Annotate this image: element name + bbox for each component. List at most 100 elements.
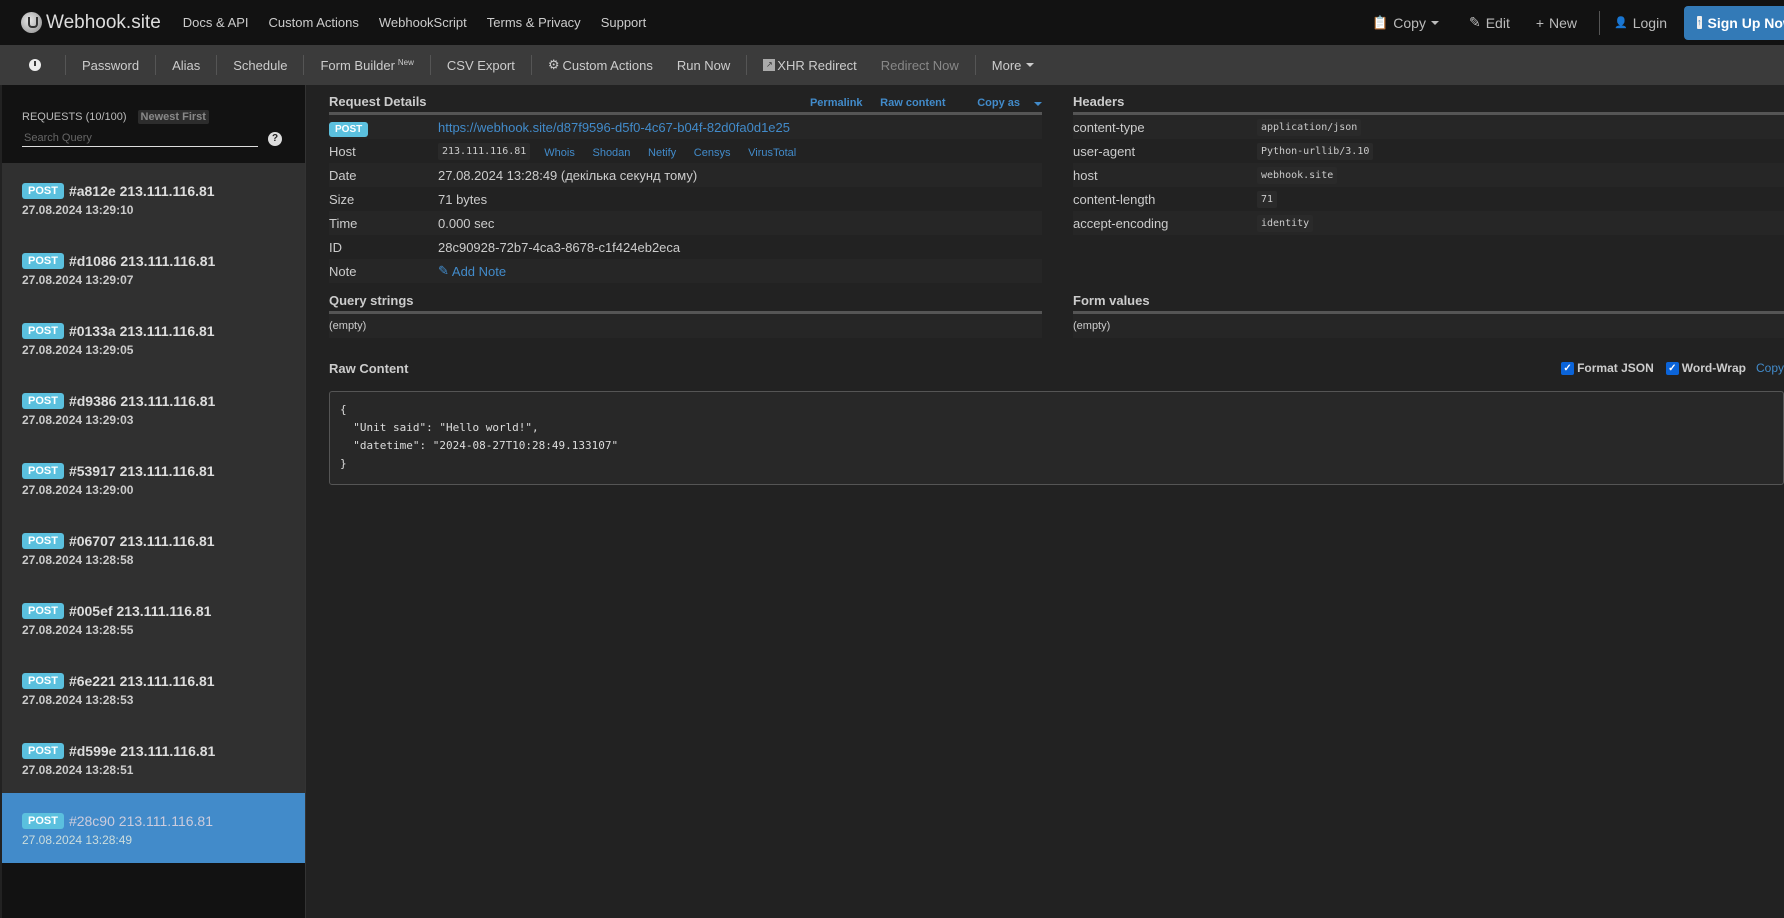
request-ip: 213.111.116.81: [119, 183, 215, 199]
netify-link[interactable]: Netify: [648, 147, 676, 159]
note-label: Note: [329, 263, 357, 279]
new-button[interactable]: + New: [1536, 15, 1577, 31]
word-wrap-checkbox[interactable]: ✓: [1665, 361, 1679, 375]
whois-link[interactable]: Whois: [544, 147, 575, 159]
request-ip: 213.111.116.81: [120, 393, 216, 409]
request-time: 27.08.2024 13:28:58: [22, 553, 134, 567]
more-dropdown[interactable]: More: [976, 58, 1051, 73]
request-summary: POST #d599e 213.111.116.81: [22, 743, 305, 759]
copy-as-dropdown[interactable]: Copy as: [963, 97, 1042, 109]
brand-link[interactable]: Webhook.site: [21, 12, 161, 34]
nav-terms-privacy[interactable]: Terms & Privacy: [487, 15, 581, 30]
requests-count-row: REQUESTS (10/100) Newest First: [22, 110, 305, 124]
nav-webhookscript[interactable]: WebhookScript: [379, 15, 467, 30]
sort-order-toggle[interactable]: Newest First: [137, 110, 209, 124]
schedule-button[interactable]: Schedule: [217, 58, 303, 73]
host-lookup-links: Whois Shodan Netify Censys VirusTotal: [530, 144, 796, 159]
header-key: content-length: [1073, 191, 1156, 207]
request-list-item[interactable]: POST #6e221 213.111.116.81 27.08.2024 13:2…: [2, 653, 305, 723]
request-ip: 213.111.116.81: [119, 323, 215, 339]
request-url-link[interactable]: https://webhook.site/d87f9596-d5f0-4c67-…: [438, 120, 790, 135]
alias-button[interactable]: Alias: [156, 58, 216, 73]
request-list-item[interactable]: POST #005ef 213.111.116.81 27.08.2024 13:2…: [2, 583, 305, 653]
virustotal-link[interactable]: VirusTotal: [748, 147, 796, 159]
request-summary: POST #a812e 213.111.116.81: [22, 183, 305, 199]
edit-button[interactable]: ✎ Edit: [1469, 14, 1510, 31]
form-builder-button[interactable]: Form Builder New: [304, 58, 429, 73]
raw-content-header: Raw Content ✓ Format JSON ✓ Word-Wrap Co…: [329, 357, 1784, 379]
header-value: Python-urllib/3.10: [1257, 142, 1374, 160]
request-list-item[interactable]: POST #53917 213.111.116.81 27.08.2024 13:2…: [2, 443, 305, 513]
xhr-redirect-button[interactable]: ↗ XHR Redirect: [747, 58, 864, 73]
request-summary: POST #0133a 213.111.116.81: [22, 323, 305, 339]
header-key: host: [1073, 167, 1098, 183]
help-icon[interactable]: ?: [268, 131, 282, 146]
method-badge: POST: [22, 183, 64, 199]
request-list-item[interactable]: POST #d1086 213.111.116.81 27.08.2024 13:2…: [2, 233, 305, 303]
request-list-item[interactable]: POST #0133a 213.111.116.81 27.08.2024 13:2…: [2, 303, 305, 373]
size-label: Size: [329, 191, 355, 207]
copy-raw-link[interactable]: Copy: [1756, 361, 1784, 375]
url-toolbar: Password Alias Schedule Form Builder New…: [0, 45, 1784, 85]
shodan-link[interactable]: Shodan: [592, 147, 630, 159]
raw-content-title: Raw Content: [329, 360, 409, 376]
copy-as-label: Copy as: [977, 97, 1020, 109]
nav-docs-api[interactable]: Docs & API: [183, 15, 249, 30]
header-row: accept-encoding identity: [1073, 211, 1784, 235]
method-badge: POST: [22, 393, 64, 409]
password-button[interactable]: Password: [66, 58, 155, 73]
copy-dropdown[interactable]: 📋 Copy: [1372, 15, 1439, 31]
request-id: #53917: [68, 463, 116, 479]
header-value: webhook.site: [1257, 166, 1338, 184]
add-note-label: Add Note: [451, 263, 507, 279]
request-details-title: Request Details: [329, 94, 427, 109]
raw-content-link[interactable]: Raw content: [880, 97, 945, 109]
request-time: 27.08.2024 13:29:00: [22, 483, 134, 497]
custom-actions-button[interactable]: ⚙ Custom Actions: [532, 57, 661, 73]
censys-link[interactable]: Censys: [694, 147, 731, 159]
request-list-item[interactable]: POST #d9386 213.111.116.81 27.08.2024 13:2…: [2, 373, 305, 443]
header-value: application/json: [1257, 118, 1362, 136]
custom-actions-label: Custom Actions: [562, 57, 653, 73]
header-row: content-length 71: [1073, 187, 1784, 211]
request-time: 27.08.2024 13:28:49: [22, 833, 133, 847]
id-label: ID: [329, 239, 342, 255]
form-values-title: Form values: [1073, 293, 1150, 308]
redirect-now-button[interactable]: Redirect Now: [865, 58, 975, 73]
user-icon: 👤: [1614, 17, 1628, 29]
login-button[interactable]: 👤 Login: [1614, 15, 1667, 31]
gear-icon: ⚙: [547, 57, 560, 72]
upload-icon: ↑: [1697, 16, 1702, 29]
request-time: 27.08.2024 13:29:07: [22, 273, 134, 287]
request-id: #6e221: [68, 673, 116, 689]
top-navbar: Webhook.site Docs & API Custom Actions W…: [0, 0, 1784, 45]
request-list-item[interactable]: POST #a812e 213.111.116.81 27.08.2024 13:2…: [2, 163, 305, 233]
caret-down-icon: [1430, 20, 1439, 25]
header-row: host webhook.site: [1073, 163, 1784, 187]
nav-custom-actions[interactable]: Custom Actions: [269, 15, 359, 30]
query-strings-title: Query strings: [329, 293, 414, 308]
request-ip: 213.111.116.81: [120, 253, 216, 269]
request-id: #28c90: [68, 813, 115, 829]
format-json-checkbox[interactable]: ✓: [1561, 361, 1575, 375]
permalink-link[interactable]: Permalink: [810, 97, 863, 109]
host-ip: 213.111.116.81: [438, 142, 531, 160]
header-value: identity: [1257, 214, 1314, 232]
clipboard-icon: 📋: [1372, 14, 1389, 30]
add-note-button[interactable]: ✎ Add Note: [438, 263, 506, 279]
request-summary: POST #005ef 213.111.116.81: [22, 603, 305, 619]
request-list-item[interactable]: POST #06707 213.111.116.81 27.08.2024 13:2…: [2, 513, 305, 583]
signup-button[interactable]: ↑ Sign Up Now: [1684, 5, 1784, 40]
request-summary: POST #d9386 213.111.116.81: [22, 393, 305, 409]
request-id: #a812e: [68, 183, 116, 199]
history-button[interactable]: [0, 59, 65, 71]
nav-support[interactable]: Support: [601, 15, 647, 30]
request-id: #d1086: [68, 253, 117, 269]
run-now-button[interactable]: Run Now: [661, 58, 746, 73]
csv-export-button[interactable]: CSV Export: [431, 58, 531, 73]
search-query-input[interactable]: [22, 130, 258, 147]
method-badge: POST: [22, 463, 64, 479]
request-list-item[interactable]: POST #d599e 213.111.116.81 27.08.2024 13:2…: [2, 723, 305, 793]
id-row: ID 28c90928-72b7-4ca3-8678-c1f424eb2eca: [329, 235, 1042, 259]
request-list-item[interactable]: POST #28c90 213.111.116.81 27.08.2024 13:2…: [2, 793, 305, 863]
